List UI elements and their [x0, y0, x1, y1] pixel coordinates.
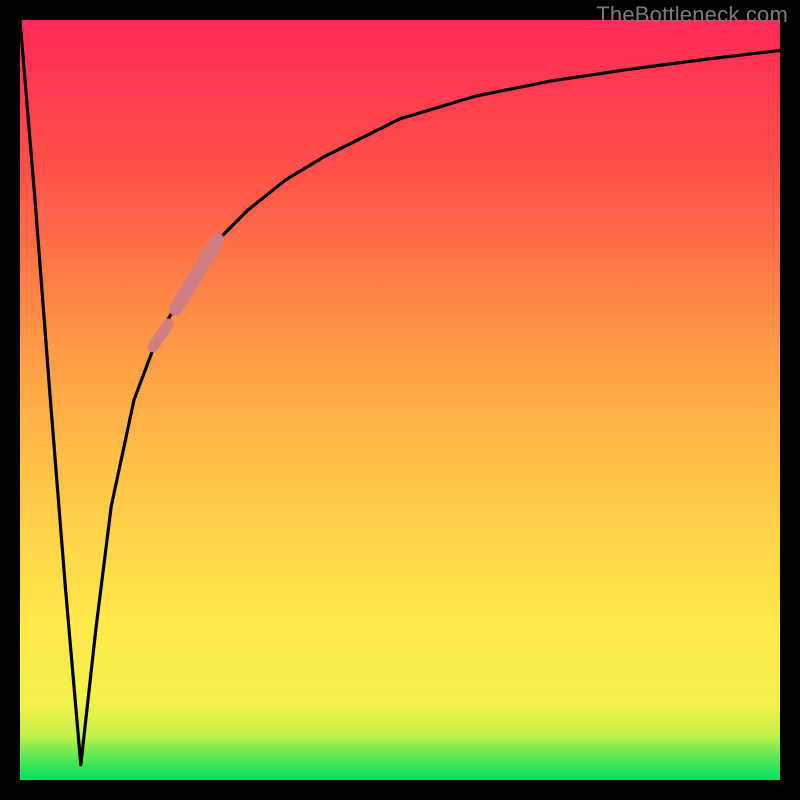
bottleneck-curve-path	[20, 20, 780, 765]
curve-svg	[20, 20, 780, 780]
highlight-lower-path	[153, 324, 168, 347]
highlight-upper-path	[176, 240, 218, 308]
chart-frame: TheBottleneck.com	[0, 0, 800, 800]
plot-area	[20, 20, 780, 780]
watermark-text: TheBottleneck.com	[596, 2, 788, 28]
